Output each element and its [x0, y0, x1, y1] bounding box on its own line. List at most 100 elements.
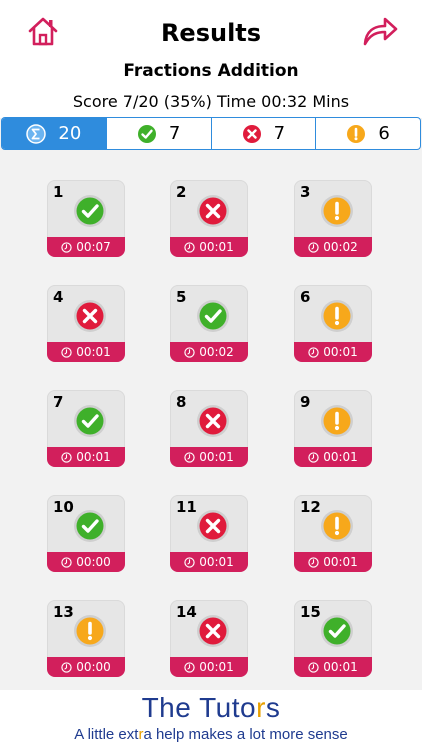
question-tile[interactable]: 9 00:01 — [294, 390, 372, 467]
clock-icon — [61, 346, 72, 358]
question-number: 6 — [300, 288, 311, 306]
exclamation-circle-icon — [74, 615, 106, 647]
question-time: 00:01 — [323, 660, 358, 674]
question-number: 15 — [300, 603, 321, 621]
clock-icon — [308, 451, 319, 463]
tile-time-bar: 00:01 — [170, 447, 248, 467]
x-circle-icon — [74, 300, 106, 332]
question-tile[interactable]: 8 00:01 — [170, 390, 248, 467]
question-tile[interactable]: 10 00:00 — [47, 495, 125, 572]
footer-branding: The Tutors A little extra help makes a l… — [0, 690, 422, 750]
question-time: 00:00 — [76, 555, 111, 569]
tile-time-bar: 00:01 — [170, 237, 248, 257]
filter-correct-tab[interactable]: 7 — [105, 118, 211, 149]
question-number: 13 — [53, 603, 74, 621]
filter-wrong-tab[interactable]: 7 — [210, 118, 316, 149]
clock-icon — [184, 556, 195, 568]
check-circle-icon — [74, 195, 106, 227]
question-number: 8 — [176, 393, 187, 411]
check-circle-icon — [137, 124, 156, 143]
question-tile[interactable]: 12 00:01 — [294, 495, 372, 572]
question-number: 9 — [300, 393, 311, 411]
question-time: 00:00 — [76, 660, 111, 674]
logo-text-end: s — [265, 692, 281, 723]
score-summary: Score 7/20 (35%) Time 00:32 Mins — [72, 92, 350, 111]
x-circle-icon — [197, 195, 229, 227]
clock-icon — [61, 451, 72, 463]
question-time: 00:01 — [323, 555, 358, 569]
clock-icon — [61, 556, 72, 568]
x-circle-icon — [197, 510, 229, 542]
tile-time-bar: 00:01 — [47, 447, 125, 467]
question-time: 00:01 — [199, 240, 234, 254]
exclamation-circle-icon — [321, 300, 353, 332]
correct-count: 7 — [168, 123, 181, 144]
tile-time-bar: 00:07 — [47, 237, 125, 257]
check-circle-icon — [321, 615, 353, 647]
question-tile[interactable]: 4 00:01 — [47, 285, 125, 362]
question-number: 5 — [176, 288, 187, 306]
clock-icon — [308, 346, 319, 358]
exclamation-circle-icon — [347, 124, 366, 143]
check-circle-icon — [74, 405, 106, 437]
filter-total-tab[interactable]: 20 — [2, 118, 106, 149]
logo-accent: r — [256, 692, 266, 723]
question-time: 00:07 — [76, 240, 111, 254]
question-tile[interactable]: 14 00:01 — [170, 600, 248, 677]
tile-time-bar: 00:00 — [47, 657, 125, 677]
tile-time-bar: 00:02 — [294, 237, 372, 257]
top-bar: Results Fractions Addition Score 7/20 (3… — [0, 0, 422, 118]
brand-logo: The Tutors — [0, 692, 422, 724]
share-button[interactable] — [360, 14, 400, 48]
question-time: 00:01 — [323, 450, 358, 464]
x-circle-icon — [197, 615, 229, 647]
check-circle-icon — [197, 300, 229, 332]
clock-icon — [184, 346, 195, 358]
check-circle-icon — [74, 510, 106, 542]
question-tile[interactable]: 5 00:02 — [170, 285, 248, 362]
exclamation-circle-icon — [321, 405, 353, 437]
question-number: 14 — [176, 603, 197, 621]
question-tile[interactable]: 11 00:01 — [170, 495, 248, 572]
question-tile[interactable]: 6 00:01 — [294, 285, 372, 362]
results-filter-bar: 20 7 7 6 — [1, 117, 421, 150]
wrong-count: 7 — [273, 123, 286, 144]
question-tile[interactable]: 7 00:01 — [47, 390, 125, 467]
exclamation-circle-icon — [321, 510, 353, 542]
clock-icon — [184, 241, 195, 253]
question-number: 2 — [176, 183, 187, 201]
page-title: Results — [160, 19, 262, 47]
question-tile[interactable]: 1 00:07 — [47, 180, 125, 257]
question-number: 4 — [53, 288, 64, 306]
question-number: 7 — [53, 393, 64, 411]
tile-time-bar: 00:01 — [170, 552, 248, 572]
question-number: 12 — [300, 498, 321, 516]
question-tile[interactable]: 2 00:01 — [170, 180, 248, 257]
exclamation-circle-icon — [321, 195, 353, 227]
tile-time-bar: 00:01 — [170, 657, 248, 677]
filter-skipped-tab[interactable]: 6 — [315, 118, 420, 149]
question-number: 1 — [53, 183, 64, 201]
question-time: 00:02 — [323, 240, 358, 254]
skipped-count: 6 — [378, 123, 390, 144]
tagline: A little extra help makes a lot more sen… — [0, 726, 422, 743]
question-tile[interactable]: 15 00:01 — [294, 600, 372, 677]
tile-time-bar: 00:01 — [294, 447, 372, 467]
question-tile[interactable]: 3 00:02 — [294, 180, 372, 257]
question-time: 00:01 — [323, 345, 358, 359]
tile-time-bar: 00:01 — [294, 657, 372, 677]
tile-time-bar: 00:00 — [47, 552, 125, 572]
question-number: 11 — [176, 498, 197, 516]
tile-time-bar: 00:02 — [170, 342, 248, 362]
clock-icon — [308, 556, 319, 568]
logo-text: The Tuto — [141, 692, 257, 723]
question-time: 00:01 — [199, 660, 234, 674]
question-tile[interactable]: 13 00:00 — [47, 600, 125, 677]
quiz-subtitle: Fractions Addition — [123, 61, 299, 81]
share-arrow-icon — [363, 17, 398, 46]
clock-icon — [308, 661, 319, 673]
question-time: 00:01 — [199, 555, 234, 569]
question-time: 00:01 — [76, 345, 111, 359]
clock-icon — [184, 661, 195, 673]
clock-icon — [308, 241, 319, 253]
